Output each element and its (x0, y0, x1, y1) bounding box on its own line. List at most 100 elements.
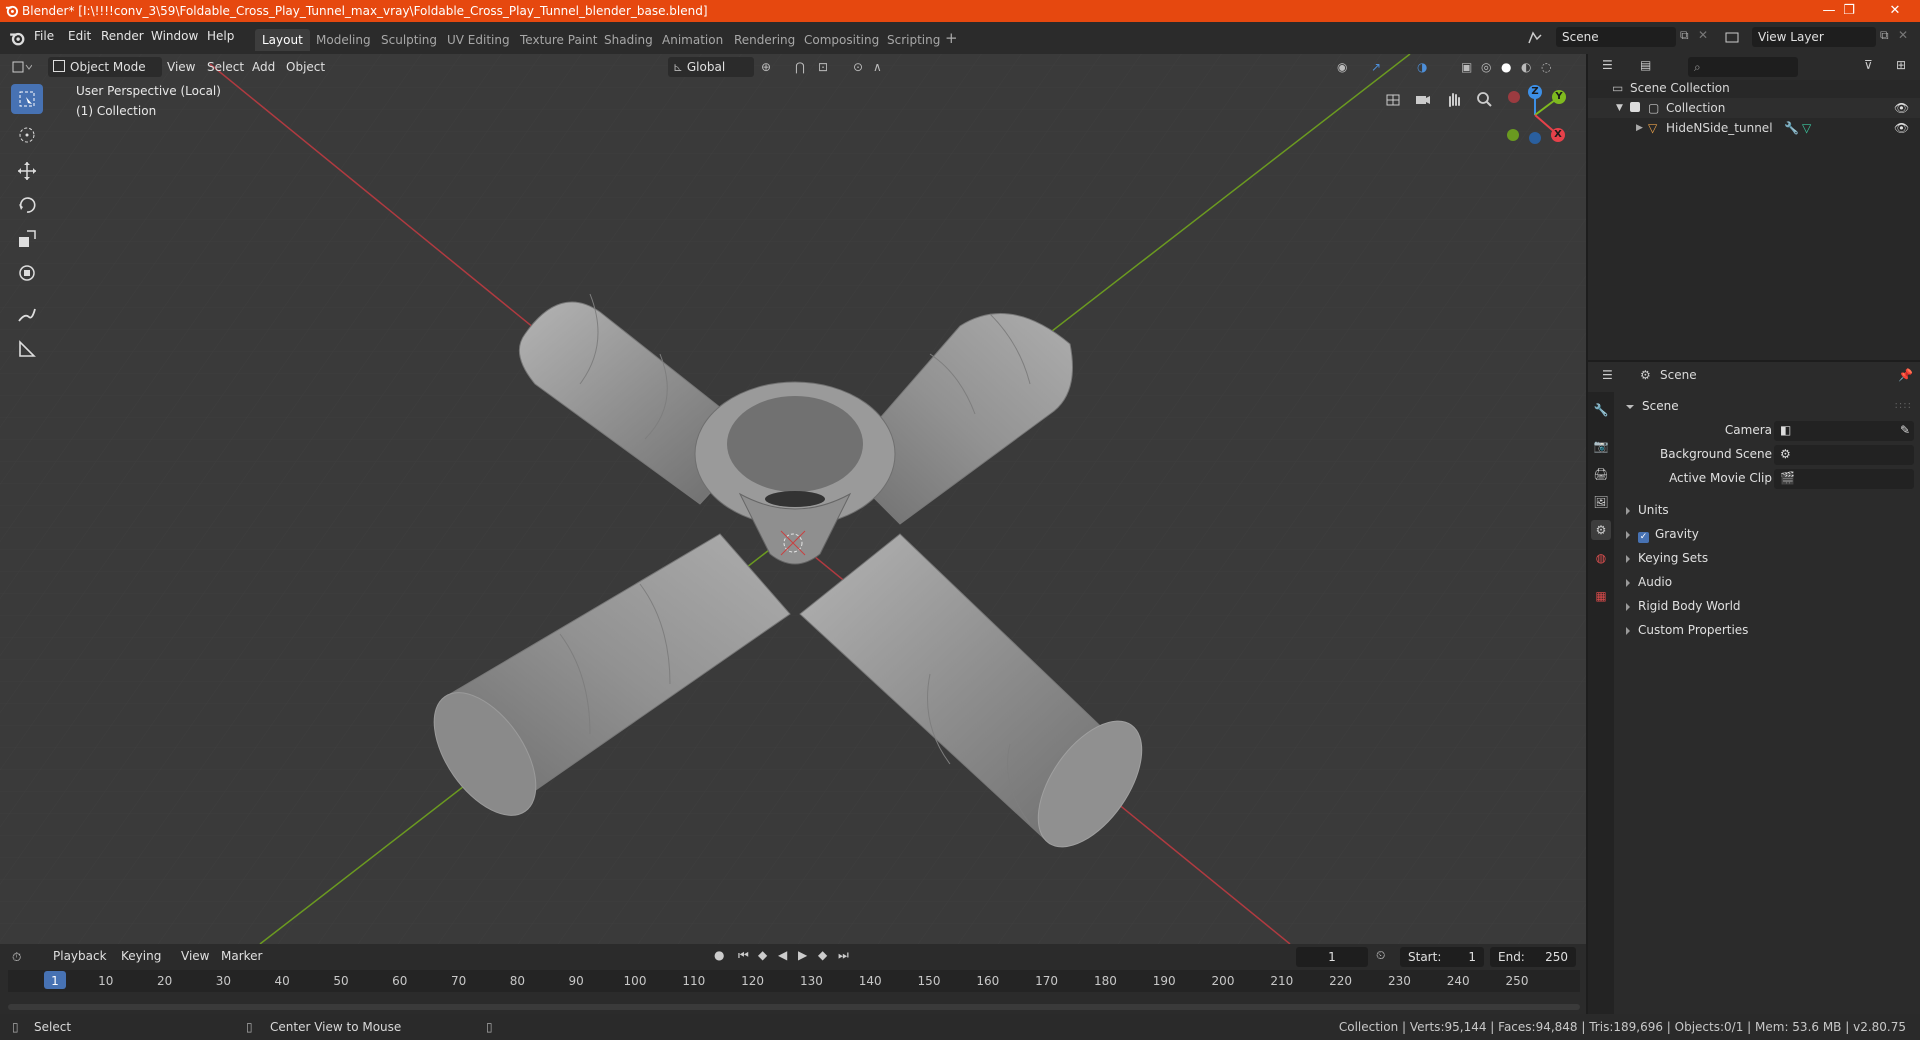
zoom-icon[interactable] (1475, 90, 1493, 108)
menu-keying[interactable]: Keying (116, 946, 166, 966)
texture-tab-icon[interactable]: ▦ (1591, 586, 1611, 606)
rendered-shading-icon[interactable]: ◌ (1536, 57, 1556, 77)
delete-view-layer-icon[interactable]: ✕ (1898, 28, 1908, 42)
outliner-search-input[interactable]: ⌕ (1688, 57, 1798, 77)
select-box-tool[interactable] (11, 84, 43, 114)
current-frame-field[interactable]: 1 (1296, 947, 1368, 967)
collection-checkbox[interactable] (1630, 102, 1640, 112)
menu-object[interactable]: Object (281, 57, 330, 77)
menu-file[interactable]: File (34, 29, 54, 43)
navigation-gizmo[interactable]: Z Y X (1500, 80, 1570, 150)
menu-window[interactable]: Window (151, 29, 198, 43)
tab-animation[interactable]: Animation (655, 29, 730, 51)
mesh-data-icon[interactable]: ▽ (1802, 118, 1811, 138)
tab-sculpting[interactable]: Sculpting (374, 29, 444, 51)
menu-marker[interactable]: Marker (216, 946, 267, 966)
menu-render[interactable]: Render (101, 29, 144, 43)
timeline-editor-icon[interactable]: ⏱ (12, 950, 21, 965)
gizmo-toggle-icon[interactable]: ↗ (1366, 57, 1386, 77)
move-tool[interactable] (11, 156, 43, 186)
filter-icon[interactable]: ⊽ (1864, 58, 1873, 72)
menu-edit[interactable]: Edit (68, 29, 91, 43)
pan-hand-icon[interactable] (1445, 90, 1463, 108)
timeline-scrollbar[interactable] (8, 1004, 1580, 1010)
record-icon[interactable]: ● (714, 948, 724, 962)
menu-timeline-view[interactable]: View (176, 946, 214, 966)
scale-tool[interactable] (11, 224, 43, 254)
pin-icon[interactable]: 📌 (1898, 368, 1913, 382)
custom-properties-panel[interactable]: Custom Properties (1626, 623, 1748, 637)
gravity-checkbox[interactable]: ✓ (1638, 532, 1649, 543)
camera-icon[interactable] (1414, 90, 1432, 108)
falloff-icon[interactable]: ∧ (868, 57, 887, 77)
start-frame-field[interactable]: Start: 1 (1400, 947, 1484, 967)
end-frame-field[interactable]: End: 250 (1490, 947, 1576, 967)
pivot-icon[interactable]: ⊕ (756, 57, 776, 77)
new-scene-icon[interactable]: ⧉ (1680, 28, 1689, 43)
units-panel[interactable]: Units (1626, 503, 1669, 517)
expand-object-icon[interactable]: ▶ (1636, 118, 1643, 138)
object-visibility-icon[interactable]: 👁 (1894, 118, 1909, 138)
tab-texture-paint[interactable]: Texture Paint (513, 29, 604, 51)
new-view-layer-icon[interactable]: ⧉ (1880, 28, 1889, 43)
blender-menu-icon[interactable] (9, 30, 25, 46)
play-icon[interactable]: ▶ (798, 948, 807, 962)
eyedropper-icon[interactable]: ✎ (1900, 423, 1910, 437)
material-shading-icon[interactable]: ◐ (1516, 57, 1536, 77)
scene-field[interactable]: Scene (1556, 27, 1676, 47)
view-layer-field[interactable]: View Layer (1752, 27, 1876, 47)
orientation-dropdown[interactable]: ⊾ Global (668, 57, 754, 77)
view-layer-tab-icon[interactable]: 🖼 (1591, 492, 1611, 512)
tab-scripting[interactable]: Scripting (880, 29, 947, 51)
gizmo-y-axis[interactable]: Y (1552, 90, 1566, 104)
proportional-edit-icon[interactable]: ⊙ (848, 57, 868, 77)
editor-type-icon[interactable] (12, 60, 32, 74)
annotate-tool[interactable] (11, 300, 43, 330)
visibility-icon[interactable]: ◉ (1332, 57, 1352, 77)
maximize-button[interactable]: ❐ (1826, 0, 1872, 22)
scene-tab-icon[interactable]: ⚙ (1591, 520, 1611, 540)
collection-visibility-icon[interactable]: 👁 (1894, 98, 1909, 118)
xray-icon[interactable]: ▣ (1456, 57, 1477, 77)
overlay-toggle-icon[interactable]: ◑ (1412, 57, 1432, 77)
scene-panel-header[interactable]: Scene (1626, 399, 1679, 413)
delete-scene-icon[interactable]: ✕ (1698, 28, 1708, 42)
keying-sets-panel[interactable]: Keying Sets (1626, 551, 1708, 565)
cursor-tool[interactable] (11, 120, 43, 150)
solid-shading-icon[interactable]: ● (1496, 57, 1516, 77)
mode-dropdown[interactable]: Object Mode (48, 57, 162, 77)
world-tab-icon[interactable]: ◍ (1591, 548, 1611, 568)
properties-editor-icon[interactable]: ☰ (1602, 368, 1613, 382)
audio-panel[interactable]: Audio (1626, 575, 1672, 589)
menu-add[interactable]: Add (247, 57, 280, 77)
measure-tool[interactable] (11, 334, 43, 364)
wireframe-shading-icon[interactable]: ◎ (1476, 57, 1496, 77)
view-layer-icon[interactable] (1725, 31, 1741, 45)
jump-start-icon[interactable]: ⏮ (738, 948, 749, 963)
menu-select[interactable]: Select (202, 57, 249, 77)
active-movie-clip-field[interactable]: 🎬 (1774, 469, 1914, 489)
background-scene-field[interactable]: ⚙ (1774, 445, 1914, 465)
expand-collection-icon[interactable]: ▼ (1616, 98, 1623, 118)
output-tab-icon[interactable]: 🖨 (1591, 464, 1611, 484)
gizmo-x-axis[interactable]: X (1551, 128, 1565, 142)
rigid-body-world-panel[interactable]: Rigid Body World (1626, 599, 1741, 613)
outliner-row-scene-collection[interactable]: ▭ Scene Collection (1588, 78, 1920, 98)
render-tab-icon[interactable]: 📷 (1591, 436, 1611, 456)
tab-shading[interactable]: Shading (597, 29, 660, 51)
rotate-tool[interactable] (11, 190, 43, 220)
scene-selector-icon[interactable] (1527, 31, 1543, 45)
display-mode-icon[interactable]: ▤ (1640, 58, 1651, 72)
gizmo-z-axis[interactable]: Z (1528, 85, 1542, 99)
gravity-panel[interactable]: ✓ Gravity (1626, 527, 1699, 543)
next-keyframe-icon[interactable]: ◆ (818, 948, 827, 962)
outliner-row-object[interactable]: ▶ ▽ HideNSide_tunnel 🔧 ▽ 👁 (1588, 118, 1920, 138)
jump-end-icon[interactable]: ⏭ (838, 948, 849, 963)
outliner-row-collection[interactable]: ▼ ▢ Collection 👁 (1588, 98, 1920, 118)
prev-keyframe-icon[interactable]: ◆ (758, 948, 767, 962)
preview-range-icon[interactable]: ⏲ (1376, 948, 1385, 963)
3d-viewport[interactable]: User Perspective (Local) (1) Collection … (0, 54, 1586, 944)
snap-target-icon[interactable]: ⊡ (813, 57, 833, 77)
camera-field[interactable]: ◧ ✎ (1774, 421, 1914, 441)
modifier-icon[interactable]: 🔧 (1784, 118, 1799, 138)
